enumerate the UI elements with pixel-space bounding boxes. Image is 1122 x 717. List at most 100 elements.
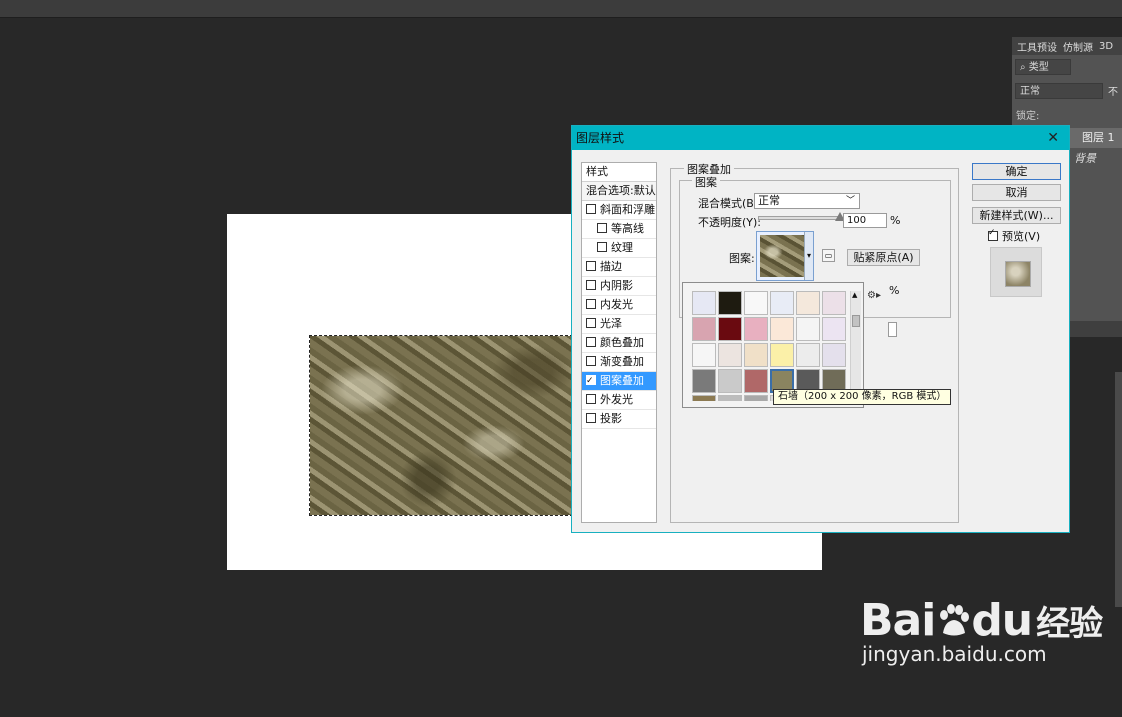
blend-options-item[interactable]: 混合选项:默认	[582, 182, 656, 201]
search-icon: ⌕	[1020, 62, 1029, 73]
pattern-swatch[interactable]	[744, 395, 768, 401]
opacity-input[interactable]: 100	[843, 213, 887, 228]
picker-scrollbar[interactable]: ▲	[850, 291, 861, 401]
style-item[interactable]: 光泽	[582, 315, 656, 334]
pattern-swatch[interactable]	[770, 317, 794, 341]
pattern-swatch[interactable]	[692, 291, 716, 315]
checkbox-icon[interactable]	[586, 394, 596, 404]
pattern-swatch[interactable]	[692, 317, 716, 341]
snap-to-origin-button[interactable]: 贴紧原点(A)	[847, 249, 920, 266]
layer-blend-mode-select[interactable]: 正常	[1015, 83, 1103, 99]
close-icon[interactable]: ✕	[1047, 126, 1059, 150]
checkbox-icon[interactable]	[586, 337, 596, 347]
baidu-jingyan-watermark: Bai du 经验 jingyan.baidu.com	[860, 595, 1103, 666]
pattern-swatch[interactable]	[718, 343, 742, 367]
pattern-swatch[interactable]	[822, 343, 846, 367]
style-item[interactable]: 等高线	[582, 220, 656, 239]
opacity-label: 不透明度(Y):	[698, 216, 762, 229]
preview-checkbox[interactable]: 预览(V)	[988, 228, 1040, 244]
panel-tabs: 工具预设 仿制源 3D	[1012, 37, 1122, 55]
pattern-swatch[interactable]	[744, 343, 768, 367]
style-item[interactable]: 渐变叠加	[582, 353, 656, 372]
style-item-label: 内发光	[600, 298, 633, 311]
styles-header[interactable]: 样式	[582, 163, 656, 182]
chevron-down-icon: ﹀	[845, 196, 855, 206]
style-item[interactable]: 描边	[582, 258, 656, 277]
pattern-swatch[interactable]	[796, 291, 820, 315]
pattern-tooltip: 石墙（200 x 200 像素，RGB 模式）	[773, 389, 952, 405]
application-menu-bar	[0, 0, 1122, 18]
secondary-panel-strip	[1115, 372, 1122, 607]
style-item-label: 斜面和浮雕	[600, 203, 655, 216]
dropdown-arrow-icon[interactable]: ▾	[804, 232, 813, 280]
layer-row-1[interactable]: 图层 1	[1070, 128, 1122, 148]
blend-mode-select[interactable]: 正常 ﹀	[754, 193, 860, 209]
style-item[interactable]: 内发光	[582, 296, 656, 315]
style-item[interactable]: 纹理	[582, 239, 656, 258]
cancel-button[interactable]: 取消	[972, 184, 1061, 201]
checkbox-icon[interactable]	[586, 299, 596, 309]
pattern-swatch[interactable]	[718, 317, 742, 341]
style-item-label: 等高线	[611, 222, 644, 235]
pattern-swatch[interactable]	[822, 291, 846, 315]
pattern-swatch[interactable]	[718, 291, 742, 315]
style-item-label: 颜色叠加	[600, 336, 644, 349]
style-item[interactable]: 斜面和浮雕	[582, 201, 656, 220]
layer-row-background[interactable]: 背景	[1070, 149, 1122, 169]
checkbox-icon[interactable]	[586, 318, 596, 328]
ok-button[interactable]: 确定	[972, 163, 1061, 180]
hidden-field-edge[interactable]	[888, 322, 897, 337]
opacity-percent: %	[890, 214, 901, 227]
checkbox-icon	[988, 228, 998, 241]
tab-tool-presets[interactable]: 工具预设	[1017, 39, 1057, 54]
pattern-swatch[interactable]	[770, 291, 794, 315]
baidu-paw-icon	[940, 604, 970, 636]
checkbox-icon[interactable]	[597, 242, 607, 252]
pattern-swatch-button[interactable]: ▾	[756, 231, 814, 281]
checkbox-icon[interactable]	[586, 413, 596, 423]
style-item[interactable]: 内阴影	[582, 277, 656, 296]
pattern-swatch[interactable]	[718, 395, 742, 401]
pattern-swatch[interactable]	[692, 369, 716, 393]
pattern-swatch[interactable]	[796, 317, 820, 341]
pattern-swatch[interactable]	[796, 343, 820, 367]
tab-clone-source[interactable]: 仿制源	[1063, 39, 1093, 54]
checkbox-icon[interactable]	[586, 280, 596, 290]
scroll-up-icon[interactable]: ▲	[852, 291, 857, 299]
style-item[interactable]: 投影	[582, 410, 656, 429]
style-item-label: 纹理	[611, 241, 633, 254]
pattern-swatch[interactable]	[692, 395, 716, 401]
pattern-swatch[interactable]	[770, 343, 794, 367]
scale-percent: %	[889, 284, 900, 297]
checkbox-icon[interactable]	[586, 356, 596, 366]
style-item-label: 图案叠加	[600, 374, 644, 387]
watermark-logo: Bai du 经验	[860, 595, 1103, 646]
pattern-swatch[interactable]	[744, 291, 768, 315]
scroll-thumb[interactable]	[852, 315, 860, 327]
pattern-swatch[interactable]	[692, 343, 716, 367]
group-title: 图案	[692, 174, 720, 190]
dialog-titlebar[interactable]: 图层样式 ✕	[572, 126, 1069, 150]
gear-icon[interactable]: ⚙▸	[867, 290, 881, 301]
style-item[interactable]: 颜色叠加	[582, 334, 656, 353]
style-item-label: 内阴影	[600, 279, 633, 292]
pattern-swatch[interactable]	[744, 369, 768, 393]
pattern-swatch[interactable]	[822, 317, 846, 341]
tab-3d[interactable]: 3D	[1099, 41, 1113, 52]
pattern-swatch[interactable]	[718, 369, 742, 393]
panel-scrollbar[interactable]	[1070, 321, 1122, 337]
opacity-slider[interactable]	[758, 216, 840, 220]
style-item[interactable]: 外发光	[582, 391, 656, 410]
pattern-swatch[interactable]	[744, 317, 768, 341]
checkbox-icon[interactable]	[586, 372, 596, 390]
blend-mode-label: 混合模式(B):	[698, 197, 762, 210]
new-preset-icon[interactable]: ▭	[822, 249, 835, 262]
checkbox-icon[interactable]	[586, 204, 596, 214]
checkbox-icon[interactable]	[597, 223, 607, 233]
new-style-button[interactable]: 新建样式(W)...	[972, 207, 1061, 224]
preview-thumbnail	[1005, 261, 1031, 287]
pattern-filled-selection[interactable]	[309, 335, 573, 516]
layer-filter-select[interactable]: ⌕ 类型	[1015, 59, 1071, 75]
checkbox-icon[interactable]	[586, 261, 596, 271]
style-item[interactable]: 图案叠加	[582, 372, 656, 391]
